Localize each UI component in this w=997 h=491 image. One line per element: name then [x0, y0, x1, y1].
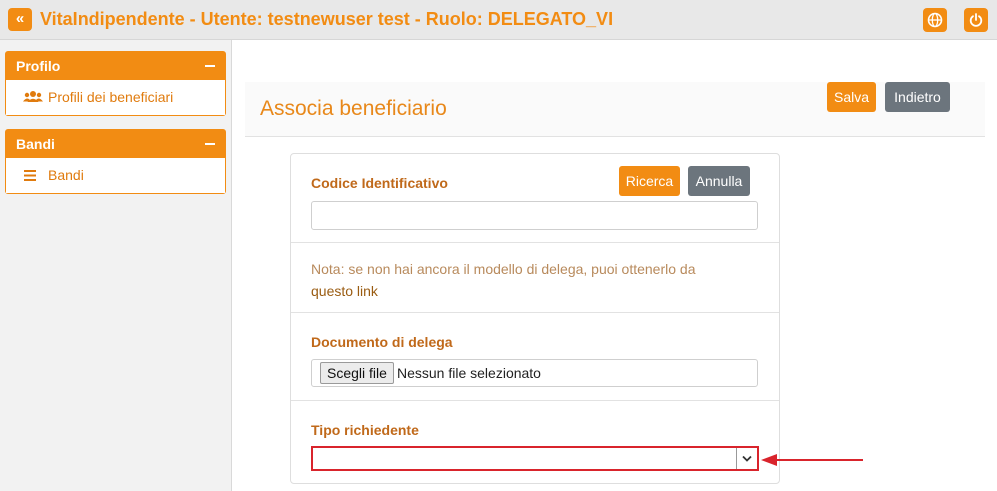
file-status: Nessun file selezionato	[397, 365, 541, 381]
panel-title: Profilo	[16, 58, 61, 74]
users-icon	[23, 80, 43, 128]
collapse-sidebar-button[interactable]: «	[8, 8, 32, 31]
document-file-input[interactable]: Scegli file Nessun file selezionato	[311, 359, 758, 387]
annotation-arrow-icon	[761, 454, 863, 466]
search-button[interactable]: Ricerca	[619, 166, 680, 196]
sidebar-item-profili-beneficiari[interactable]: Profili dei beneficiari	[6, 80, 225, 115]
note-text: Nota: se non hai ancora il modello di de…	[311, 261, 696, 277]
list-icon	[23, 158, 37, 206]
sidebar-item-label: Profili dei beneficiari	[48, 89, 174, 105]
language-button[interactable]	[923, 8, 947, 32]
delega-note: Nota: se non hai ancora il modello di de…	[311, 258, 761, 302]
app-title: VitaIndipendente - Utente: testnewuser t…	[40, 9, 614, 29]
codice-label: Codice Identificativo	[311, 175, 448, 191]
tipo-richiedente-select[interactable]	[311, 446, 759, 471]
panel-bandi: Bandi Bandi	[5, 129, 226, 194]
top-bar: « VitaIndipendente - Utente: testnewuser…	[0, 0, 997, 40]
divider	[291, 400, 779, 401]
template-link[interactable]: questo link	[311, 283, 378, 299]
main-content: Associa beneficiario Salva Indietro Codi…	[233, 40, 997, 491]
logout-button[interactable]	[964, 8, 988, 32]
double-chevron-left-icon: «	[15, 10, 25, 27]
divider	[291, 242, 779, 243]
minus-icon[interactable]	[205, 143, 215, 145]
association-form: Codice Identificativo Ricerca Annulla No…	[290, 153, 780, 484]
globe-icon	[927, 12, 943, 28]
panel-profilo: Profilo Profili dei beneficiari	[5, 51, 226, 116]
power-icon	[969, 13, 983, 27]
chevron-down-icon[interactable]	[736, 448, 757, 469]
document-label: Documento di delega	[311, 334, 453, 350]
minus-icon[interactable]	[205, 65, 215, 67]
tipo-label: Tipo richiedente	[311, 422, 419, 438]
codice-input[interactable]	[311, 201, 758, 230]
sidebar-item-label: Bandi	[48, 167, 84, 183]
panel-title: Bandi	[16, 136, 55, 152]
sidebar-item-bandi[interactable]: Bandi	[6, 158, 225, 193]
cancel-button[interactable]: Annulla	[688, 166, 750, 196]
back-button[interactable]: Indietro	[885, 82, 950, 112]
divider	[291, 312, 779, 313]
panel-header-profilo[interactable]: Profilo	[6, 52, 225, 80]
choose-file-button[interactable]: Scegli file	[320, 362, 394, 384]
save-button[interactable]: Salva	[827, 82, 876, 112]
sidebar: Profilo Profili dei beneficiari Bandi Ba…	[0, 40, 232, 491]
page-title: Associa beneficiario	[260, 97, 447, 120]
panel-header-bandi[interactable]: Bandi	[6, 130, 225, 158]
